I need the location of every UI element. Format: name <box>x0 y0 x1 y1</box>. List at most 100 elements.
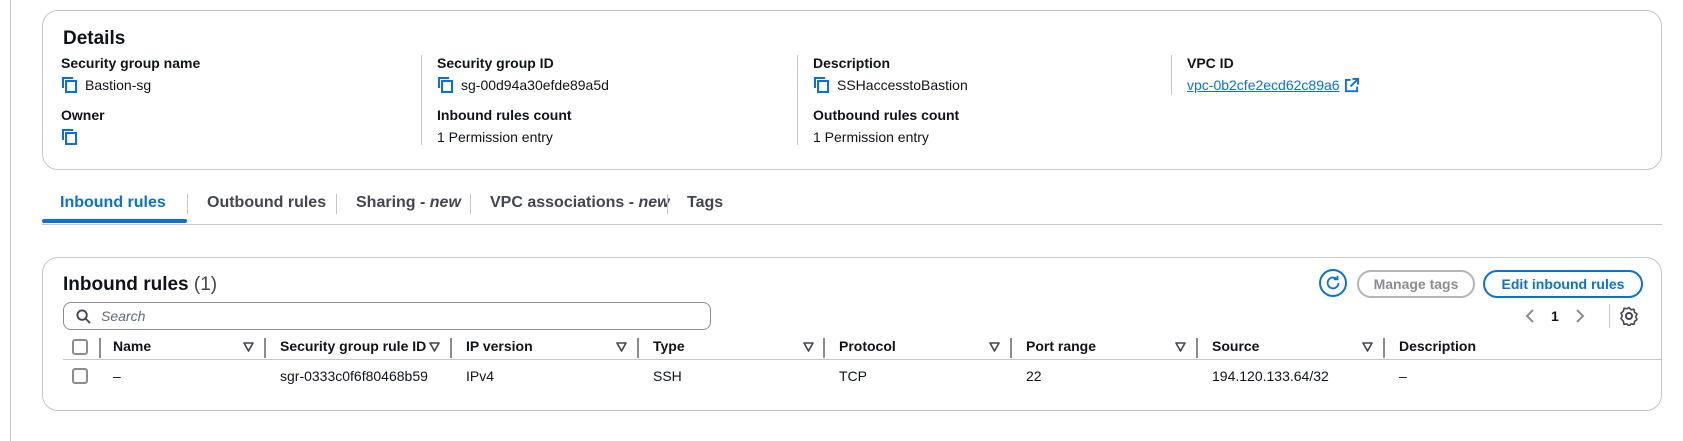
new-badge: new <box>638 194 670 211</box>
column-header-ip-version[interactable]: IP version <box>466 338 533 354</box>
table-row: – sgr-0333c0f6f80468b59 IPv4 SSH TCP 22 … <box>63 362 1661 390</box>
chevron-right-icon[interactable] <box>1575 308 1585 324</box>
owner-field: Owner <box>61 107 105 146</box>
inbound-rules-count-field: Inbound rules count 1 Permission entry <box>437 107 572 146</box>
cell-ip-version: IPv4 <box>466 368 495 384</box>
sort-icon[interactable] <box>803 342 814 352</box>
column-header-name[interactable]: Name <box>113 338 151 354</box>
column-header-description[interactable]: Description <box>1399 338 1476 354</box>
search-icon <box>76 308 91 324</box>
vpc-id-link[interactable]: vpc-0b2cfe2ecd62c89a6 <box>1187 77 1359 93</box>
sort-icon[interactable] <box>1362 342 1373 352</box>
tab-separator <box>470 194 471 214</box>
cell-source: 194.120.133.64/32 <box>1212 368 1329 384</box>
cell-protocol: TCP <box>839 368 867 384</box>
row-checkbox[interactable] <box>72 368 88 384</box>
sort-icon[interactable] <box>989 342 1000 352</box>
details-panel: Details Security group name Bastion-sg S… <box>42 10 1662 170</box>
tab-outbound-rules[interactable]: Outbound rules <box>207 194 326 225</box>
security-group-name-field: Security group name Bastion-sg <box>61 55 200 94</box>
column-separator <box>264 338 266 358</box>
sort-icon[interactable] <box>243 342 254 352</box>
column-header-type[interactable]: Type <box>653 338 685 354</box>
column-separator <box>637 338 639 358</box>
description-label: Description <box>813 55 891 71</box>
sort-icon[interactable] <box>1175 342 1186 352</box>
sort-icon[interactable] <box>429 342 440 352</box>
security-group-name-label: Security group name <box>61 55 201 71</box>
search-input[interactable] <box>99 307 659 325</box>
settings-icon[interactable] <box>1619 306 1639 326</box>
page-number[interactable]: 1 <box>1551 308 1559 324</box>
edit-inbound-rules-button[interactable]: Edit inbound rules <box>1483 270 1643 298</box>
pagination-divider <box>1609 304 1610 328</box>
description-value: SSHaccesstoBastion <box>837 77 968 93</box>
cell-description: – <box>1399 368 1407 384</box>
external-link-icon <box>1344 77 1359 92</box>
tab-separator <box>336 194 337 214</box>
refresh-button[interactable] <box>1319 269 1347 297</box>
tab-vpc-associations[interactable]: VPC associations - new <box>490 194 670 225</box>
tab-separator <box>667 194 668 214</box>
copy-icon[interactable] <box>61 76 79 94</box>
tab-label: VPC associations - <box>490 194 639 211</box>
outbound-rules-count-value: 1 Permission entry <box>813 129 929 145</box>
active-tab-indicator <box>42 219 187 223</box>
inbound-rules-count: (1) <box>193 274 218 295</box>
tab-label: Tags <box>687 194 724 211</box>
search-box <box>63 302 711 330</box>
security-group-id-field: Security group ID sg-00d94a30efde89a5d <box>437 55 609 94</box>
column-separator <box>99 338 101 358</box>
column-header-port-range[interactable]: Port range <box>1026 338 1096 354</box>
tab-bar: Inbound rules Outbound rules Sharing - n… <box>42 190 1662 225</box>
page-left-border <box>10 0 11 441</box>
vpc-id-label: VPC ID <box>1187 55 1234 71</box>
column-separator <box>450 338 452 358</box>
cell-port-range: 22 <box>1026 368 1042 384</box>
column-divider <box>797 55 798 145</box>
tab-label: Inbound rules <box>60 194 166 211</box>
inbound-rules-count-value: 1 Permission entry <box>437 129 553 145</box>
vpc-id-value[interactable]: vpc-0b2cfe2ecd62c89a6 <box>1187 77 1340 93</box>
owner-label: Owner <box>61 107 105 123</box>
cell-rule-id: sgr-0333c0f6f80468b59 <box>280 368 428 384</box>
outbound-rules-count-field: Outbound rules count 1 Permission entry <box>813 107 959 146</box>
refresh-icon <box>1326 275 1340 290</box>
column-header-protocol[interactable]: Protocol <box>839 338 896 354</box>
copy-icon[interactable] <box>813 76 831 94</box>
tab-tags[interactable]: Tags <box>687 194 723 225</box>
security-group-id-label: Security group ID <box>437 55 554 71</box>
tab-label: Sharing - <box>356 194 430 211</box>
chevron-left-icon[interactable] <box>1525 308 1535 324</box>
details-title: Details <box>63 28 126 49</box>
tab-label: Outbound rules <box>207 194 327 211</box>
inbound-rules-count-label: Inbound rules count <box>437 107 572 123</box>
description-field: Description SSHaccesstoBastion <box>813 55 968 94</box>
tab-separator <box>187 194 188 214</box>
column-separator <box>1196 338 1198 358</box>
column-separator <box>823 338 825 358</box>
security-group-name-value: Bastion-sg <box>85 77 152 93</box>
inbound-rules-panel: Inbound rules (1) Manage tags Edit inbou… <box>42 257 1662 411</box>
tab-sharing[interactable]: Sharing - new <box>356 194 461 225</box>
copy-icon[interactable] <box>437 76 455 94</box>
column-header-rule-id[interactable]: Security group rule ID <box>280 338 426 354</box>
select-all-checkbox[interactable] <box>72 339 88 355</box>
column-separator <box>1383 338 1385 358</box>
copy-icon[interactable] <box>61 128 79 146</box>
manage-tags-button[interactable]: Manage tags <box>1357 270 1475 298</box>
cell-type: SSH <box>653 368 682 384</box>
inbound-rules-title: Inbound rules (1) <box>63 274 217 296</box>
table-header: Name Security group rule ID IP version T… <box>63 336 1661 360</box>
column-separator <box>1010 338 1012 358</box>
cell-name: – <box>113 368 121 384</box>
vpc-id-field: VPC ID vpc-0b2cfe2ecd62c89a6 <box>1187 55 1359 94</box>
column-header-source[interactable]: Source <box>1212 338 1259 354</box>
column-divider <box>421 55 422 145</box>
inbound-rules-heading: Inbound rules <box>63 274 189 295</box>
column-divider <box>1171 55 1172 95</box>
security-group-id-value: sg-00d94a30efde89a5d <box>461 77 609 93</box>
new-badge: new <box>429 194 461 211</box>
pagination: 1 <box>1525 304 1585 328</box>
sort-icon[interactable] <box>616 342 627 352</box>
